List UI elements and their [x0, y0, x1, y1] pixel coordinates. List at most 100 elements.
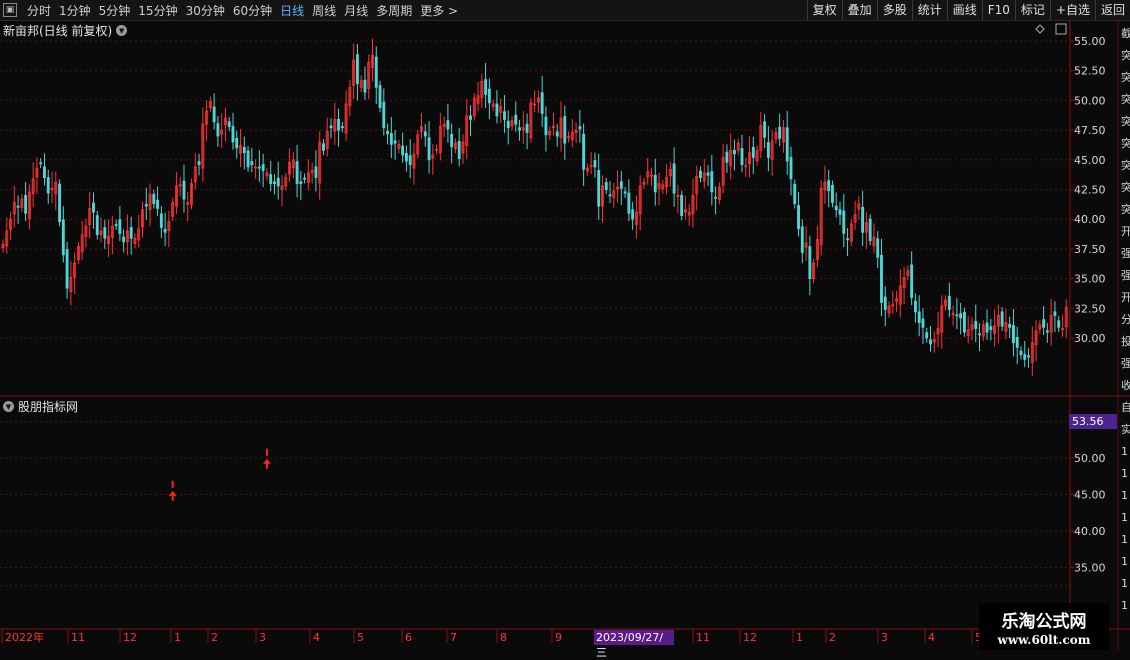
candle — [880, 238, 883, 317]
toolbar-button[interactable]: 多股 — [876, 0, 912, 20]
candle — [374, 46, 378, 104]
period-tab[interactable]: 月线 — [340, 2, 372, 19]
toolbar-button[interactable]: 画线 — [946, 0, 982, 20]
side-panel-char: 突 — [1121, 202, 1130, 216]
period-tab[interactable]: 5分钟 — [95, 2, 135, 19]
candle-body — [623, 191, 627, 194]
period-tab[interactable]: 日线 — [276, 2, 308, 19]
toolbar-button[interactable]: 叠加 — [841, 0, 877, 20]
candle — [61, 206, 65, 263]
candle — [627, 179, 631, 221]
side-panel-char: 突 — [1121, 136, 1130, 150]
date-label: 4 — [928, 631, 935, 644]
candle — [653, 158, 657, 206]
candle — [386, 123, 390, 145]
candle — [186, 191, 190, 221]
price-tick-label: 52.50 — [1074, 65, 1106, 78]
chevron-down-icon[interactable]: ▼ — [116, 25, 128, 36]
maximize-icon — [1055, 23, 1067, 35]
price-tick-label: 55.00 — [1074, 35, 1106, 48]
period-tab[interactable]: 30分钟 — [182, 2, 229, 19]
candle-body — [299, 181, 303, 184]
candle — [808, 235, 812, 296]
candle-body — [699, 170, 702, 179]
toolbar-button[interactable]: 标记 — [1014, 0, 1050, 20]
period-tab[interactable]: 周线 — [308, 2, 340, 19]
candle-body — [446, 120, 450, 130]
candle — [348, 79, 352, 117]
toolbar-button[interactable]: F10 — [981, 0, 1015, 20]
candle — [310, 162, 314, 184]
candle — [710, 155, 714, 206]
candle-body — [322, 143, 325, 151]
candle-body — [355, 54, 359, 85]
candle — [314, 150, 318, 192]
candle-body — [680, 195, 684, 217]
period-tab[interactable]: 60分钟 — [229, 2, 276, 19]
candle — [141, 201, 144, 238]
candle-body — [563, 116, 567, 144]
candle — [1038, 320, 1042, 334]
chevron-down-icon[interactable]: ▼ — [3, 401, 14, 412]
candle-body — [789, 157, 793, 180]
candle — [484, 62, 488, 109]
side-panel-char: 突 — [1121, 180, 1130, 194]
indicator-tick-label: 35.00 — [1074, 562, 1106, 575]
candle-body — [913, 300, 917, 313]
candle — [397, 139, 401, 154]
candle — [231, 112, 235, 150]
candle — [491, 99, 495, 112]
candle — [921, 308, 925, 344]
candle — [457, 127, 461, 167]
period-tab[interactable]: 更多 > — [416, 2, 462, 19]
candle — [114, 219, 118, 230]
candle — [438, 112, 442, 161]
window-icon[interactable]: ▣ — [3, 3, 17, 17]
toolbar-button[interactable]: +自选 — [1049, 0, 1095, 20]
candle-body — [672, 163, 676, 194]
candle — [1023, 340, 1027, 368]
side-panel-char: 1 — [1121, 467, 1128, 480]
candle-body — [925, 332, 929, 339]
candle-body — [227, 121, 231, 127]
side-panel-char: 自 — [1121, 401, 1130, 414]
candle — [1004, 308, 1008, 340]
period-tab[interactable]: 多周期 — [372, 2, 416, 19]
candle — [122, 229, 126, 253]
candle — [623, 187, 627, 198]
candle — [137, 215, 141, 248]
candle — [1049, 298, 1053, 346]
period-tab[interactable]: 分时 — [23, 2, 55, 19]
candle — [778, 113, 782, 147]
candle — [43, 153, 46, 186]
candle — [959, 302, 963, 335]
toolbar-button[interactable]: 统计 — [911, 0, 947, 20]
candle — [978, 323, 981, 352]
indicator-pane-title: ▼ 股朋指标网 — [3, 398, 78, 415]
candle-body — [303, 177, 307, 180]
candle — [861, 190, 865, 246]
candle — [740, 134, 744, 173]
period-tab[interactable]: 15分钟 — [134, 2, 181, 19]
period-tab[interactable]: 1分钟 — [55, 2, 95, 19]
candle — [291, 152, 295, 179]
candle — [996, 304, 1000, 343]
candle — [819, 180, 823, 256]
diamond-icon — [1035, 24, 1045, 34]
candle — [427, 121, 431, 174]
kline-chart[interactable]: 55.00 52.50 50.00 47.50 45.00 42.50 40.00 37.50… — [0, 21, 1130, 650]
up-arrow-icon — [168, 490, 177, 501]
candle — [634, 195, 638, 239]
toolbar-button[interactable]: 返回 — [1094, 0, 1130, 20]
candle — [582, 123, 586, 186]
action-buttons: 复权 叠加 多股 统计 画线 F10 标记 +自选 返回 — [806, 0, 1130, 20]
toolbar-button[interactable]: 复权 — [806, 0, 842, 20]
candle — [985, 309, 989, 340]
date-label: 4 — [313, 631, 320, 644]
side-panel-char: 1 — [1121, 445, 1128, 458]
side-panel-char: 1 — [1121, 577, 1128, 590]
candle — [849, 219, 853, 246]
candle — [846, 228, 849, 257]
candle-body — [61, 219, 65, 256]
date-label: 8 — [500, 631, 507, 644]
